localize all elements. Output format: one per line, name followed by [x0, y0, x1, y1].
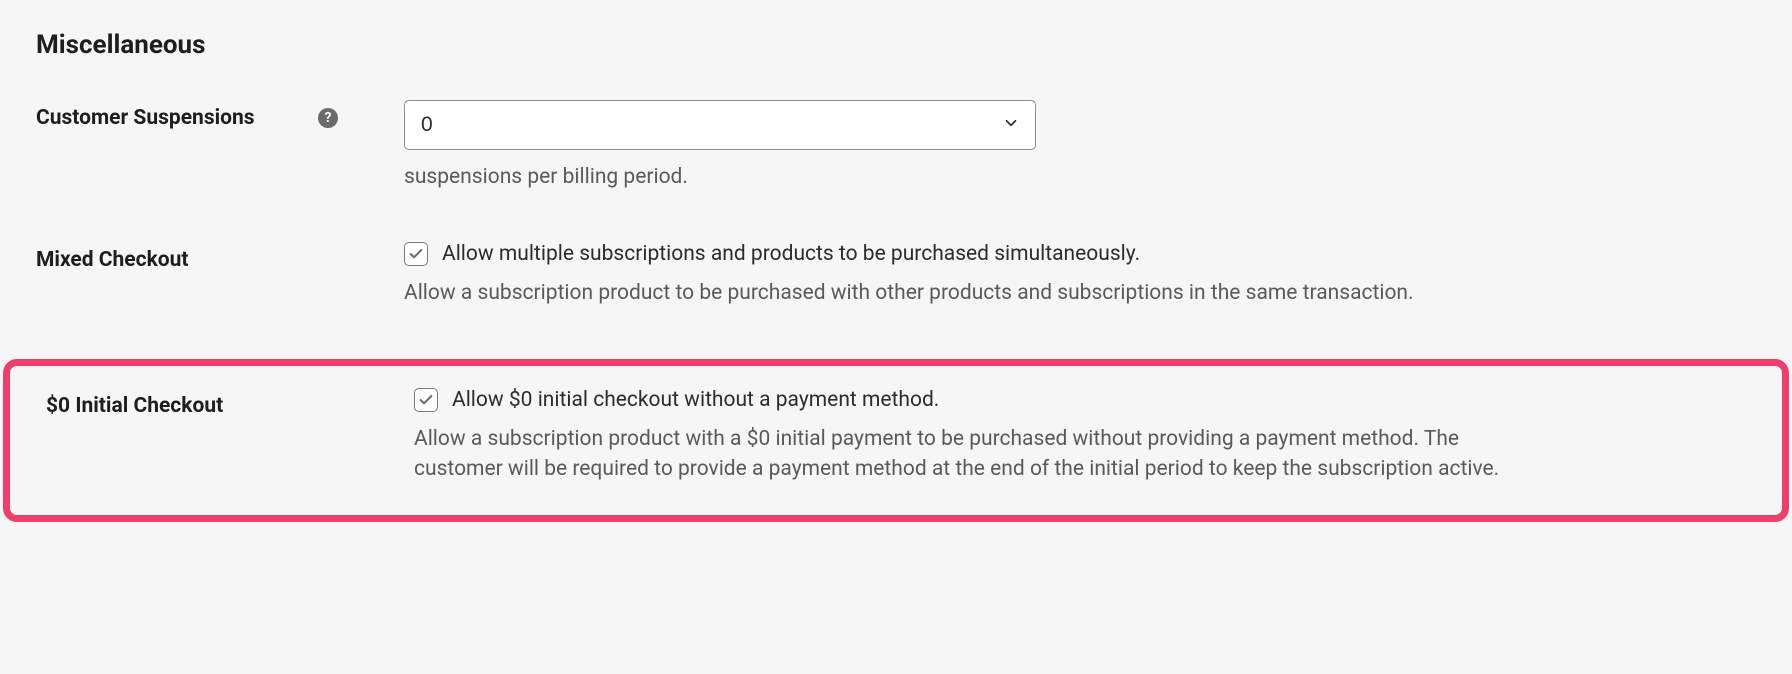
zero-initial-checkout-row: $0 Initial Checkout Allow $0 initial che… — [46, 388, 1746, 485]
customer-suspensions-row: Customer Suspensions ? suspensions per b… — [36, 100, 1756, 192]
check-icon — [418, 392, 434, 408]
customer-suspensions-select[interactable] — [404, 100, 1036, 150]
zero-initial-checkout-label-text: $0 Initial Checkout — [46, 394, 223, 418]
customer-suspensions-select-wrap — [404, 100, 1036, 150]
zero-initial-checkout-checkbox[interactable] — [414, 388, 438, 412]
customer-suspensions-help-text: suspensions per billing period. — [404, 162, 1504, 192]
zero-initial-checkout-highlight: $0 Initial Checkout Allow $0 initial che… — [3, 359, 1789, 522]
check-icon — [408, 246, 424, 262]
mixed-checkout-row: Mixed Checkout Allow multiple subscripti… — [36, 242, 1756, 308]
section-title: Miscellaneous — [36, 30, 1756, 60]
zero-initial-checkout-checkbox-label: Allow $0 initial checkout without a paym… — [452, 388, 939, 412]
mixed-checkout-checkbox-label: Allow multiple subscriptions and product… — [442, 242, 1140, 266]
mixed-checkout-checkbox[interactable] — [404, 242, 428, 266]
zero-initial-checkout-help-text: Allow a subscription product with a $0 i… — [414, 424, 1514, 485]
zero-initial-checkout-checkbox-row: Allow $0 initial checkout without a paym… — [414, 388, 1746, 412]
mixed-checkout-help-text: Allow a subscription product to be purch… — [404, 278, 1504, 308]
mixed-checkout-checkbox-row: Allow multiple subscriptions and product… — [404, 242, 1756, 266]
customer-suspensions-label: Customer Suspensions ? — [36, 100, 366, 130]
help-icon[interactable]: ? — [318, 108, 338, 128]
mixed-checkout-label: Mixed Checkout — [36, 242, 366, 272]
zero-initial-checkout-label: $0 Initial Checkout — [46, 388, 376, 418]
mixed-checkout-label-text: Mixed Checkout — [36, 248, 189, 272]
customer-suspensions-label-text: Customer Suspensions — [36, 106, 255, 130]
